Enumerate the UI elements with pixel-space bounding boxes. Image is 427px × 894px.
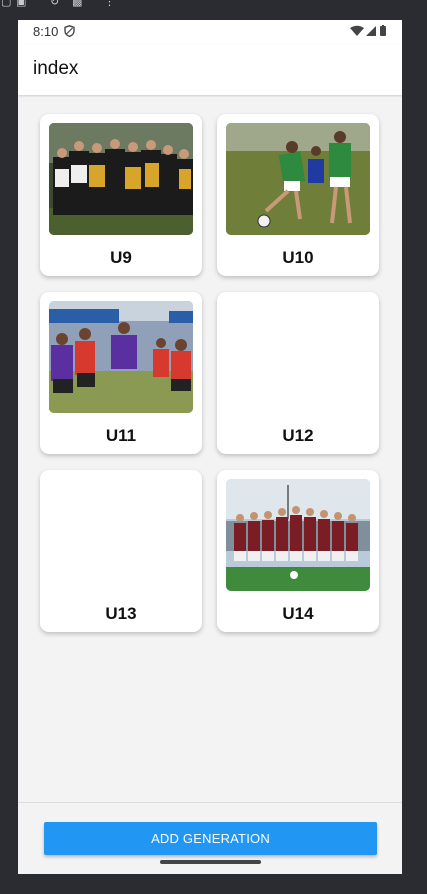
- generation-label: U10: [282, 248, 314, 267]
- page-title: index: [33, 58, 79, 79]
- more-icon[interactable]: ⋮: [104, 0, 115, 8]
- rotate-icon[interactable]: ↻: [50, 0, 59, 8]
- generation-card-u11[interactable]: U11: [40, 292, 202, 454]
- signal-icon: [366, 26, 376, 36]
- generation-label: U13: [105, 604, 137, 623]
- generation-label: U12: [282, 426, 314, 445]
- generation-card-u9[interactable]: U9: [40, 114, 202, 276]
- screenshot-icon[interactable]: ▩: [72, 0, 82, 8]
- battery-icon: [380, 26, 386, 36]
- home-indicator[interactable]: [160, 860, 261, 864]
- bottom-divider: [18, 802, 402, 803]
- generation-card-u10[interactable]: U10: [217, 114, 379, 276]
- emulator-toolbar: ▢ ▣ ↻ ▩ ⋮: [0, 0, 427, 10]
- app-bar: index: [18, 44, 402, 95]
- wifi-icon: [350, 25, 364, 36]
- team-photo-u14: [226, 479, 370, 591]
- shield-icon: [64, 25, 75, 37]
- status-icons: [350, 25, 386, 36]
- generation-label: U9: [110, 248, 132, 267]
- phone-screen: 8:10 index U9 U10 U11 U12 U13 U14 ADD GE…: [18, 20, 402, 874]
- video-icon[interactable]: ▣: [16, 0, 26, 8]
- add-generation-button[interactable]: ADD GENERATION: [44, 822, 377, 855]
- generation-card-u13[interactable]: U13: [40, 470, 202, 632]
- status-bar: 8:10: [18, 20, 402, 44]
- team-photo-u9: [49, 123, 193, 235]
- generation-label: U11: [105, 426, 137, 445]
- generation-card-u14[interactable]: U14: [217, 470, 379, 632]
- generation-label: U14: [282, 604, 314, 623]
- status-time: 8:10: [33, 24, 59, 39]
- team-photo-u10: [226, 123, 370, 235]
- camera-icon[interactable]: ▢: [1, 0, 11, 8]
- team-photo-u11: [49, 301, 193, 413]
- generation-card-u12[interactable]: U12: [217, 292, 379, 454]
